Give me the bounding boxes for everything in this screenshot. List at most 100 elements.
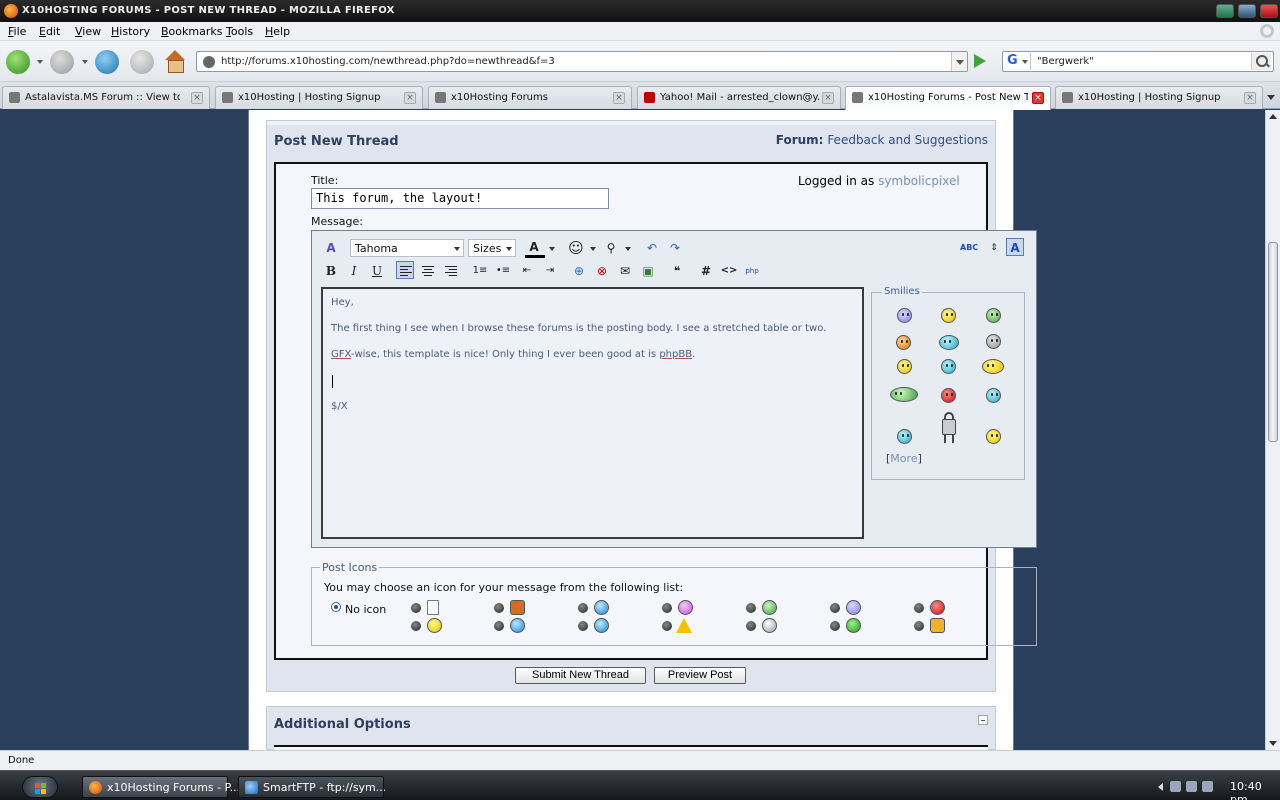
radio-post-icon[interactable] [662,621,672,631]
switch-editor-mode-icon[interactable]: A [322,239,340,257]
smilie-angry-icon[interactable] [941,388,956,403]
unordered-list-icon[interactable]: •≡ [494,262,512,280]
font-select[interactable]: Tahoma [350,239,464,257]
smilie-padlock-icon[interactable] [934,411,964,445]
radio-post-icon[interactable] [914,621,924,631]
clock[interactable]: 10:40 pm [1230,780,1278,800]
underline-icon[interactable]: U [368,262,386,280]
more-smilies-link[interactable]: More [890,452,917,465]
radio-post-icon[interactable] [411,621,421,631]
smilie-worried-icon[interactable] [941,359,956,374]
menu-help[interactable]: Help [265,25,290,38]
menu-tools[interactable]: Tools [226,25,253,38]
html-code-icon[interactable]: <> [720,262,738,280]
outdent-icon[interactable]: ⇤ [518,262,536,280]
start-button[interactable] [22,776,58,798]
radio-post-icon[interactable] [746,621,756,631]
smilie-cheer-icon[interactable] [890,387,918,402]
tab-hosting-signup-2[interactable]: x10Hosting | Hosting Signup × [1055,86,1263,109]
message-body[interactable]: Hey, The first thing I see when I browse… [321,287,864,539]
search-icon[interactable] [1251,53,1271,70]
php-code-icon[interactable]: php [743,262,761,280]
code-hash-icon[interactable]: # [697,262,715,280]
radio-post-icon[interactable] [411,603,421,613]
all-tabs-icon[interactable] [1264,90,1278,104]
radio-post-icon[interactable] [494,621,504,631]
stop-button[interactable] [130,50,154,74]
menu-history[interactable]: History [111,25,150,38]
tab-x10hosting-forums[interactable]: x10Hosting Forums × [428,86,632,109]
search-engine-selector[interactable]: G [1005,53,1031,70]
address-url[interactable]: http://forums.x10hosting.com/newthread.p… [221,56,555,67]
title-input[interactable]: This forum, the layout! [311,188,609,209]
size-select[interactable]: Sizes [468,239,516,257]
minimize-button[interactable] [1216,4,1234,18]
taskbar-item-smartftp[interactable]: SmartFTP - ftp://sym... [238,776,386,798]
remove-link-icon[interactable]: ⊗ [593,262,611,280]
radio-post-icon[interactable] [662,603,672,613]
align-left-icon[interactable] [396,261,414,279]
indent-icon[interactable]: ⇥ [541,262,559,280]
smilie-planet-icon[interactable] [939,335,959,350]
address-bar[interactable]: http://forums.x10hosting.com/newthread.p… [196,51,968,72]
redo-icon[interactable]: ↷ [666,239,684,257]
ordered-list-icon[interactable]: 1≡ [471,262,489,280]
network-icon[interactable] [1170,781,1181,792]
smilie-cool-icon[interactable] [896,335,911,350]
close-window-button[interactable] [1260,4,1278,18]
back-button[interactable] [6,50,30,74]
align-center-icon[interactable] [419,262,437,280]
search-bar[interactable]: G "Bergwerk" [1002,51,1274,72]
forum-link[interactable]: Feedback and Suggestions [827,133,988,147]
forward-button[interactable] [50,50,74,74]
bold-icon[interactable]: B [322,262,340,280]
insert-image-icon[interactable]: ▣ [639,262,657,280]
insert-email-icon[interactable]: ✉ [616,262,634,280]
scroll-down-icon[interactable] [1269,741,1277,746]
spellcheck-icon[interactable]: ABC [960,239,978,257]
scrollbar-thumb[interactable] [1268,242,1278,442]
tab-close-icon[interactable]: × [191,92,203,104]
quote-icon[interactable]: ❝ [668,262,686,280]
tab-close-icon[interactable]: × [822,92,834,104]
radio-post-icon[interactable] [830,621,840,631]
insert-smilie-icon[interactable]: ☺ [567,239,585,257]
smilie-shy-icon[interactable] [986,388,1001,403]
tab-close-icon[interactable]: × [1032,92,1044,104]
smilie-smile-icon[interactable] [941,308,956,323]
align-right-icon[interactable] [442,262,460,280]
radio-post-icon[interactable] [746,603,756,613]
show-hidden-icons-icon[interactable] [1158,783,1163,791]
tab-close-icon[interactable]: × [613,92,625,104]
smilie-alien-icon[interactable] [986,334,1001,349]
reload-button[interactable] [95,50,119,74]
radio-post-icon[interactable] [830,603,840,613]
attachment-icon[interactable]: ⚲ [602,239,620,257]
username-link[interactable]: symbolicpixel [878,174,960,188]
menu-view[interactable]: View [75,25,101,38]
taskbar-item-firefox[interactable]: x10Hosting Forums - P... [82,776,240,798]
menu-file[interactable]: File [8,25,26,38]
smilie-waving-icon[interactable] [982,359,1004,374]
smilie-blue-icon[interactable] [897,308,912,323]
back-history-dropdown-icon[interactable] [37,60,43,64]
tab-yahoo-mail[interactable]: Yahoo! Mail - arrested_clown@y... × [637,86,841,109]
home-button[interactable] [164,50,186,73]
undo-icon[interactable]: ↶ [643,239,661,257]
radio-post-icon[interactable] [578,603,588,613]
text-color-icon[interactable]: A [525,238,543,256]
radio-post-icon[interactable] [578,621,588,631]
radio-no-icon[interactable] [331,602,341,612]
forward-history-dropdown-icon[interactable] [82,60,88,64]
tab-hosting-signup[interactable]: x10Hosting | Hosting Signup × [215,86,423,109]
tab-astalavista[interactable]: Astalavista.MS Forum :: View to... × [2,86,210,109]
power-icon[interactable] [1202,781,1213,792]
wysiwyg-mode-icon[interactable]: A [1006,238,1024,256]
search-query[interactable]: "Bergwerk" [1037,56,1094,67]
insert-link-icon[interactable]: ⊕ [570,262,588,280]
chevron-down-icon[interactable] [549,247,555,251]
radio-post-icon[interactable] [914,603,924,613]
menu-bookmarks[interactable]: Bookmarks [161,25,222,38]
smilie-grin-icon[interactable] [986,308,1001,323]
tab-post-new-thread[interactable]: x10Hosting Forums - Post New T... × [845,86,1051,110]
